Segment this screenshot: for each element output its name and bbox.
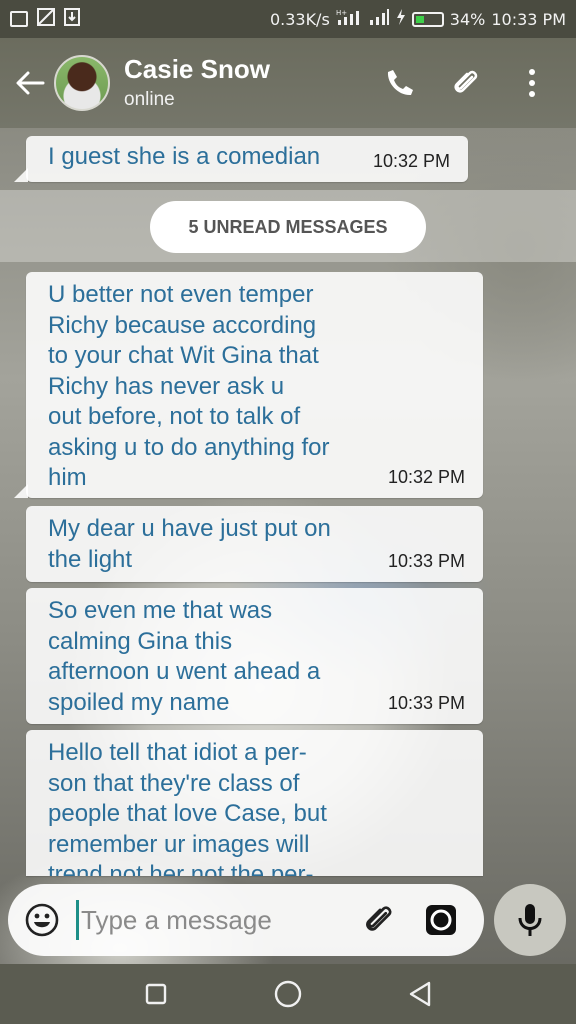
charging-icon: [396, 8, 406, 30]
emoji-icon: [25, 903, 59, 937]
chat-header: Casie Snow online: [0, 38, 576, 128]
contact-info[interactable]: Casie Snow online: [124, 54, 270, 112]
contact-name: Casie Snow: [124, 54, 270, 84]
back-arrow-icon: [16, 71, 45, 95]
paperclip-icon: [454, 70, 478, 93]
system-nav-bar: [0, 964, 576, 1024]
battery-icon: [411, 11, 444, 27]
bubble-tail: [14, 484, 28, 498]
back-triangle-icon: [409, 981, 431, 1007]
back-button[interactable]: [8, 61, 52, 105]
bubble-tail: [14, 168, 28, 182]
message-bubble[interactable]: U better not even temper Richy because a…: [14, 272, 483, 498]
signal-icon: [368, 8, 390, 30]
battery-percent: 34%: [449, 9, 486, 29]
message-time: 10:33 PM: [387, 550, 465, 571]
message-bubble[interactable]: Hello tell that idiot a per- son that th…: [26, 730, 483, 876]
attach-button[interactable]: [359, 900, 399, 940]
emoji-button[interactable]: [24, 902, 60, 938]
recents-square-icon: [145, 983, 167, 1005]
message-text: Hello tell that idiot a per- son that th…: [48, 739, 327, 876]
message-bubble[interactable]: I guest she is a comedian 10:32 PM: [14, 136, 468, 182]
message-time: 10:33 PM: [387, 692, 465, 713]
message-time: 10:32 PM: [387, 466, 465, 487]
call-button[interactable]: [384, 67, 416, 99]
screenshot-icon: [10, 11, 28, 27]
message-time: 10:32 PM: [372, 150, 450, 171]
message-bubble[interactable]: My dear u have just put on the light 10:…: [26, 506, 483, 582]
message-input[interactable]: [81, 904, 351, 936]
voice-record-button[interactable]: [494, 884, 566, 956]
message-bubble[interactable]: So even me that was calming Gina this af…: [26, 588, 483, 724]
home-button[interactable]: [268, 974, 308, 1014]
clock: 10:33 PM: [491, 9, 566, 29]
more-vertical-icon: [529, 69, 535, 97]
status-bar: 0.33K/s H+ 34% 10:33 PM: [0, 0, 576, 38]
unread-messages-badge: 5 UNREAD MESSAGES: [150, 201, 426, 253]
camera-icon: [426, 905, 456, 935]
svg-text:H+: H+: [336, 9, 347, 17]
contact-status: online: [124, 89, 175, 110]
download-icon: [64, 8, 80, 30]
no-sim-icon: [36, 8, 56, 30]
hplus-signal-icon: H+: [336, 8, 362, 30]
more-options-button[interactable]: [516, 67, 548, 99]
home-circle-icon: [274, 980, 302, 1008]
message-input-box: [8, 884, 484, 956]
text-caret: [76, 900, 79, 940]
camera-button[interactable]: [421, 900, 461, 940]
phone-icon: [387, 70, 413, 96]
network-speed: 0.33K/s: [269, 9, 330, 29]
avatar[interactable]: [54, 55, 110, 111]
paperclip-icon: [366, 906, 392, 931]
composer: [0, 876, 576, 964]
recents-button[interactable]: [136, 974, 176, 1014]
back-nav-button[interactable]: [400, 974, 440, 1014]
attach-header-button[interactable]: [450, 67, 482, 99]
microphone-icon: [518, 904, 542, 936]
